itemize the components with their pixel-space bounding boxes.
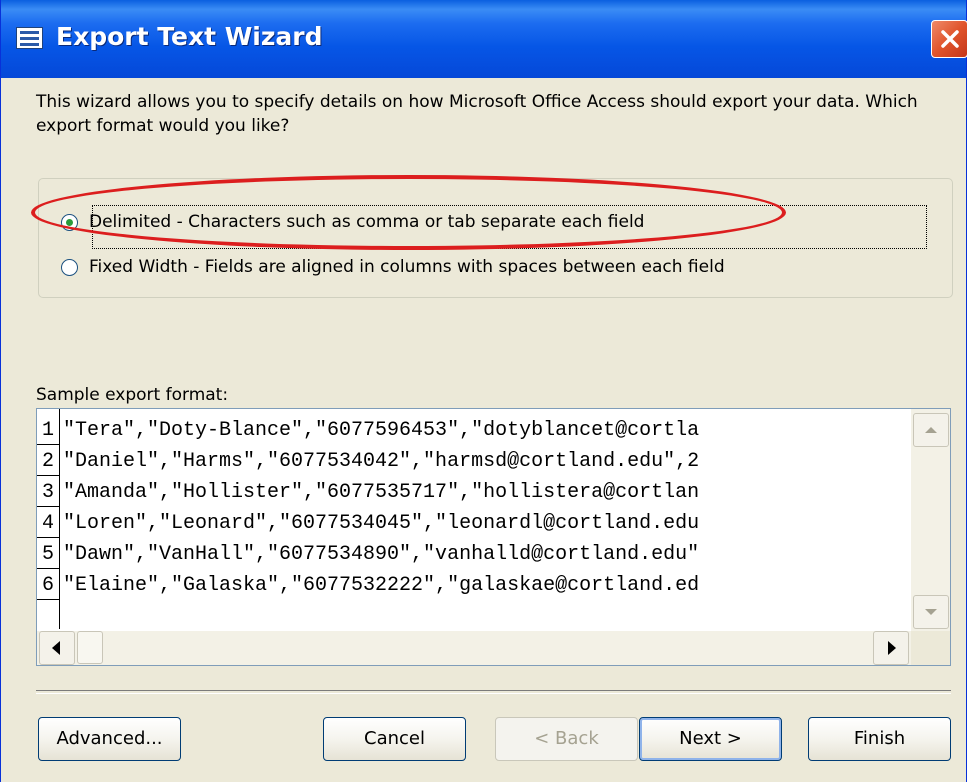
row-number: 6 [37, 570, 59, 600]
sample-row: "Elaine","Galaska","6077532222","galaska… [63, 574, 700, 597]
sample-row: "Dawn","VanHall","6077534890","vanhalld@… [63, 543, 700, 566]
intro-text: This wizard allows you to specify detail… [36, 92, 918, 136]
sample-row: "Loren","Leonard","6077534045","leonardl… [63, 512, 700, 535]
row-number: 2 [37, 446, 59, 476]
scroll-left-button[interactable] [39, 631, 75, 665]
sample-preview[interactable]: 1 2 3 4 5 6 "Tera","Doty-Blance","607759… [36, 408, 951, 666]
sample-row: "Tera","Doty-Blance","6077596453","dotyb… [63, 419, 700, 442]
scrollbar-corner [911, 631, 950, 665]
row-number: 1 [37, 415, 59, 445]
back-button[interactable]: < Back [495, 717, 638, 761]
arrow-left-icon [52, 641, 60, 655]
horizontal-scroll-thumb[interactable] [77, 631, 103, 664]
highlight-ellipse [31, 175, 786, 250]
radio-fixed-width-label[interactable]: Fixed Width - Fields are aligned in colu… [89, 255, 725, 279]
separator [36, 690, 951, 694]
horizontal-scrollbar[interactable] [37, 631, 911, 665]
arrow-down-icon [925, 609, 937, 615]
sample-format-label: Sample export format: [36, 385, 229, 405]
row-number: 3 [37, 477, 59, 507]
row-number: 4 [37, 508, 59, 538]
row-number: 5 [37, 539, 59, 569]
row-number-column: 1 2 3 4 5 6 [37, 409, 60, 629]
cancel-button[interactable]: Cancel [323, 717, 466, 761]
close-button[interactable] [931, 20, 967, 58]
scroll-up-button[interactable] [913, 413, 949, 447]
close-icon [941, 30, 959, 48]
scroll-down-button[interactable] [913, 595, 949, 629]
title-bar[interactable]: Export Text Wizard [1, 0, 966, 78]
sample-row: "Amanda","Hollister","6077535717","holli… [63, 481, 700, 504]
radio-button[interactable] [61, 259, 78, 276]
sample-row: "Daniel","Harms","6077534042","harmsd@co… [63, 450, 700, 473]
arrow-right-icon [888, 641, 896, 655]
export-text-wizard-window: Export Text Wizard This wizard allows yo… [0, 0, 967, 782]
vertical-scrollbar[interactable] [911, 409, 950, 631]
window-title: Export Text Wizard [56, 22, 323, 51]
advanced-button[interactable]: Advanced... [38, 717, 181, 761]
finish-button[interactable]: Finish [808, 717, 951, 761]
next-button[interactable]: Next > [639, 717, 782, 761]
wizard-window-icon [16, 27, 43, 49]
scroll-right-button[interactable] [873, 631, 909, 665]
arrow-up-icon [925, 427, 937, 433]
